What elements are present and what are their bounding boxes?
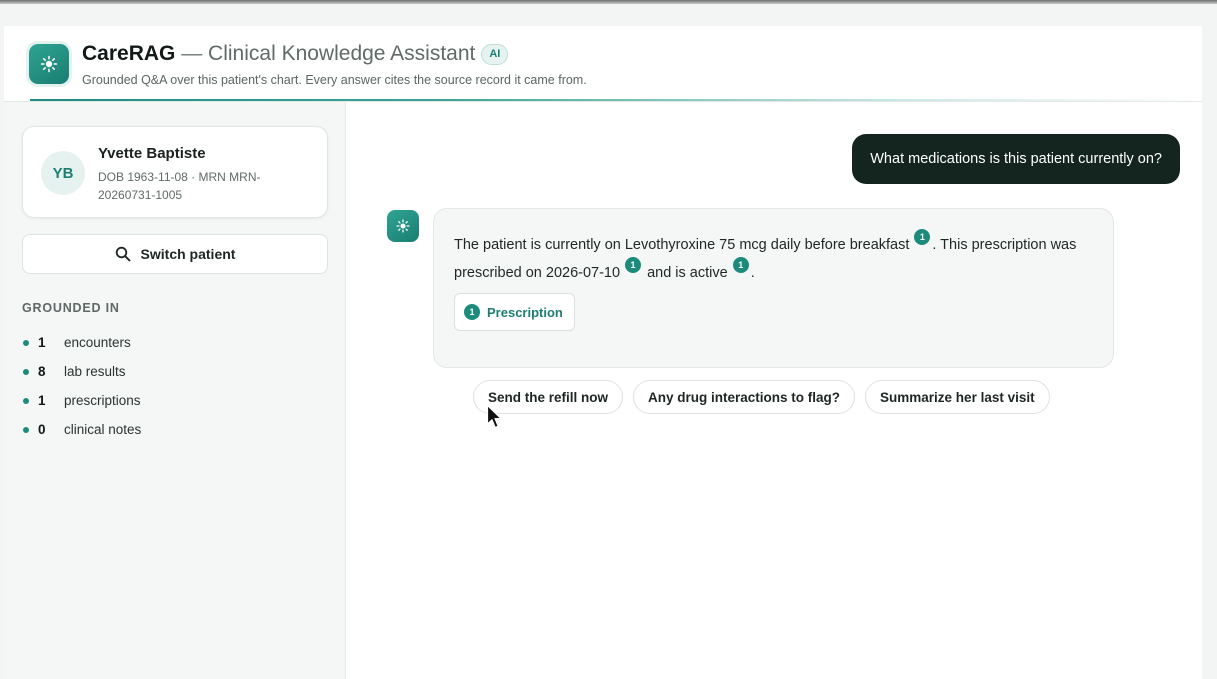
suggestion-chips: Send the refill now Any drug interaction… [473, 380, 1060, 414]
assistant-answer-text: The patient is currently on Levothyroxin… [454, 229, 1094, 285]
citation-marker[interactable]: 1 [625, 257, 642, 273]
patient-meta: DOB 1963-11-08 · MRN MRN-20260731-1005 [98, 170, 261, 202]
patient-name: Yvette Baptiste [98, 145, 206, 162]
app-subtitle: Clinical Knowledge Assistant [208, 42, 476, 65]
suggestion-drug-interactions[interactable]: Any drug interactions to flag? [633, 380, 856, 414]
app-title: CareRAG — Clinical Knowledge Assistant AI [82, 42, 509, 66]
sparkle-sun-icon [396, 219, 410, 233]
chat-panel: What medications is this patient current… [347, 102, 1202, 679]
stat-label: encounters [64, 335, 131, 350]
stat-prescriptions: 1 prescriptions [22, 386, 322, 415]
app-window: CareRAG — Clinical Knowledge Assistant AI… [4, 26, 1202, 679]
app-logo [29, 44, 69, 84]
assistant-avatar [387, 210, 419, 242]
grounded-stats-list: 1 encounters 8 lab results 1 prescriptio… [22, 328, 322, 444]
stat-count: 1 [38, 393, 46, 408]
switch-patient-label: Switch patient [140, 246, 236, 262]
stat-encounters: 1 encounters [22, 328, 322, 357]
stat-label: prescriptions [64, 393, 141, 408]
app-brand-name: CareRAG [82, 42, 176, 65]
bullet-dot-icon [23, 368, 29, 375]
stat-label: lab results [64, 364, 126, 379]
sparkle-sun-icon [40, 55, 58, 73]
bullet-dot-icon [23, 339, 29, 346]
source-chip-prescription[interactable]: 1 Prescription [454, 293, 575, 331]
bullet-dot-icon [23, 397, 29, 404]
switch-patient-button[interactable]: Switch patient [22, 234, 328, 274]
stat-count: 1 [38, 335, 46, 350]
stat-count: 8 [38, 364, 46, 379]
patient-avatar: YB [41, 151, 85, 195]
stat-label: clinical notes [64, 422, 142, 437]
stat-clinical-notes: 0 clinical notes [22, 415, 322, 444]
app-tagline: Grounded Q&A over this patient's chart. … [82, 73, 587, 87]
citation-marker[interactable]: 1 [914, 229, 931, 245]
source-number-badge: 1 [464, 304, 480, 320]
ai-badge: AI [481, 44, 509, 65]
user-message-bubble: What medications is this patient current… [852, 134, 1180, 184]
answer-segment: and is active [643, 265, 728, 281]
bullet-dot-icon [23, 426, 29, 433]
source-chip-label: Prescription [487, 304, 563, 320]
app-header: CareRAG — Clinical Knowledge Assistant AI… [4, 26, 1202, 102]
mouse-pointer-icon [486, 404, 502, 429]
patient-card: YB Yvette Baptiste DOB 1963-11-08 · MRN … [22, 126, 328, 218]
assistant-answer-card: The patient is currently on Levothyroxin… [433, 208, 1114, 368]
window-top-edge [0, 0, 1217, 4]
title-separator: — [175, 42, 209, 65]
grounded-in-heading: GROUNDED IN [22, 301, 120, 315]
sidebar: YB Yvette Baptiste DOB 1963-11-08 · MRN … [4, 102, 346, 679]
stat-lab-results: 8 lab results [22, 357, 322, 386]
citation-marker[interactable]: 1 [732, 257, 749, 273]
answer-segment: . [750, 265, 755, 281]
search-icon [115, 246, 130, 262]
suggestion-summarize-visit[interactable]: Summarize her last visit [865, 380, 1050, 414]
answer-segment: The patient is currently on Levothyroxin… [454, 237, 910, 253]
stat-count: 0 [38, 422, 46, 437]
